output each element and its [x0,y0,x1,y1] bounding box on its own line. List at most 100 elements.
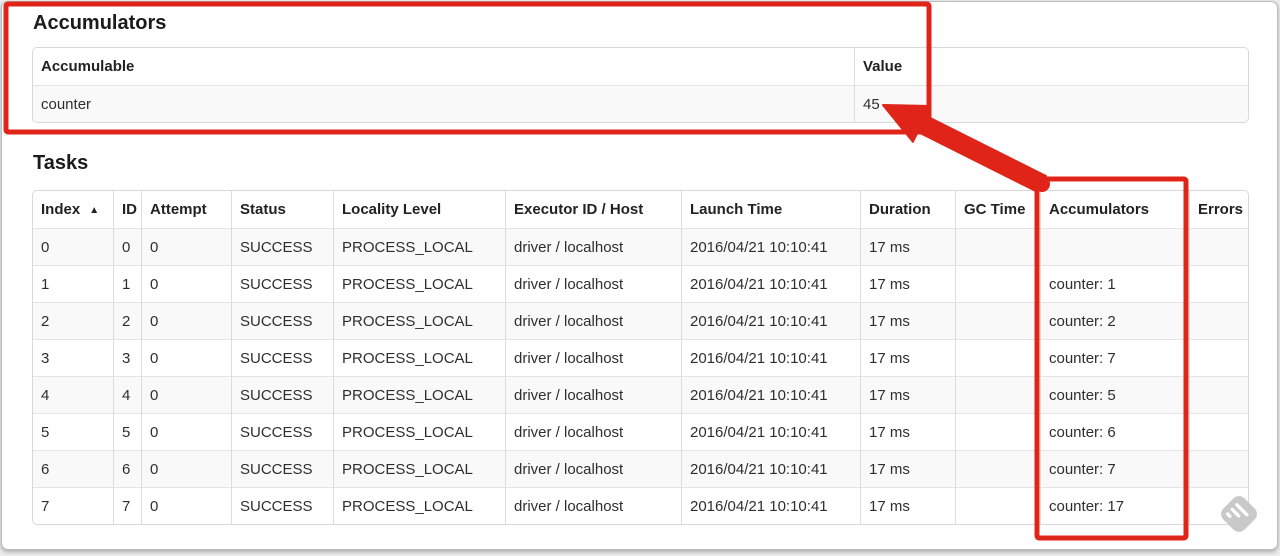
cell-status: SUCCESS [231,413,333,450]
cell-index: 5 [33,413,113,450]
cell-launch-time: 2016/04/21 10:10:41 [681,487,860,524]
column-header-launch-time[interactable]: Launch Time [681,191,860,228]
column-header-gc-time[interactable]: GC Time [955,191,1040,228]
accumulators-table: Accumulable Value counter 45 [32,47,1249,123]
accumulators-table-body: counter 45 [33,85,1248,122]
cell-locality-level: PROCESS_LOCAL [333,228,505,265]
cell-duration: 17 ms [860,265,955,302]
column-header-value: Value [854,48,1248,85]
cell-attempt: 0 [141,339,231,376]
cell-executor-id-host: driver / localhost [505,450,681,487]
accumulators-header-row: Accumulable Value [33,48,1248,85]
cell-launch-time: 2016/04/21 10:10:41 [681,228,860,265]
cell-gc-time [955,450,1040,487]
cell-status: SUCCESS [231,487,333,524]
cell-locality-level: PROCESS_LOCAL [333,339,505,376]
cell-attempt: 0 [141,413,231,450]
watermark-icon [1221,496,1257,532]
cell-launch-time: 2016/04/21 10:10:41 [681,265,860,302]
column-header-label: Locality Level [342,201,442,218]
cell-launch-time: 2016/04/21 10:10:41 [681,413,860,450]
cell-errors [1189,265,1248,302]
cell-id: 0 [113,228,141,265]
cell-launch-time: 2016/04/21 10:10:41 [681,450,860,487]
cell-accumulators: counter: 5 [1040,376,1189,413]
cell-gc-time [955,376,1040,413]
cell-duration: 17 ms [860,376,955,413]
cell-id: 1 [113,265,141,302]
accumulators-section-title: Accumulators [33,12,167,34]
column-header-id[interactable]: ID [113,191,141,228]
table-row: 4 4 0 SUCCESS PROCESS_LOCAL driver / localhos… [33,376,1248,413]
column-header-attempt[interactable]: Attempt [141,191,231,228]
cell-attempt: 0 [141,228,231,265]
cell-duration: 17 ms [860,487,955,524]
cell-value: 45 [854,85,1248,122]
column-header-label: ID [122,201,137,218]
cell-gc-time [955,339,1040,376]
cell-accumulators: counter: 1 [1040,265,1189,302]
cell-accumulators [1040,228,1189,265]
cell-status: SUCCESS [231,450,333,487]
cell-gc-time [955,302,1040,339]
column-header-index[interactable]: Index ▲ [33,191,113,228]
cell-gc-time [955,487,1040,524]
cell-locality-level: PROCESS_LOCAL [333,487,505,524]
cell-executor-id-host: driver / localhost [505,302,681,339]
cell-errors [1189,302,1248,339]
cell-attempt: 0 [141,487,231,524]
cell-launch-time: 2016/04/21 10:10:41 [681,376,860,413]
cell-id: 3 [113,339,141,376]
cell-id: 4 [113,376,141,413]
column-header-label: Duration [869,201,931,218]
cell-duration: 17 ms [860,450,955,487]
column-header-status[interactable]: Status [231,191,333,228]
cell-locality-level: PROCESS_LOCAL [333,450,505,487]
cell-attempt: 0 [141,265,231,302]
cell-gc-time [955,265,1040,302]
column-header-executor-id-host[interactable]: Executor ID / Host [505,191,681,228]
table-row: 7 7 0 SUCCESS PROCESS_LOCAL driver / localhos… [33,487,1248,524]
cell-executor-id-host: driver / localhost [505,228,681,265]
cell-id: 2 [113,302,141,339]
column-header-locality-level[interactable]: Locality Level [333,191,505,228]
table-row: 0 0 0 SUCCESS PROCESS_LOCAL driver / localhos… [33,228,1248,265]
tasks-table-body: 0 0 0 SUCCESS PROCESS_LOCAL driver / localhos… [33,228,1248,524]
table-row: 6 6 0 SUCCESS PROCESS_LOCAL driver / localhos… [33,450,1248,487]
cell-index: 2 [33,302,113,339]
cell-status: SUCCESS [231,265,333,302]
cell-duration: 17 ms [860,413,955,450]
column-header-accumulable: Accumulable [33,48,854,85]
cell-duration: 17 ms [860,228,955,265]
cell-attempt: 0 [141,376,231,413]
cell-locality-level: PROCESS_LOCAL [333,302,505,339]
column-header-errors[interactable]: Errors [1189,191,1248,228]
tasks-section-title: Tasks [33,152,89,174]
tasks-header-row: Index ▲ ID Attempt Status Locality Level Execu… [33,191,1248,228]
cell-executor-id-host: driver / localhost [505,339,681,376]
column-header-label: Accumulable [41,58,135,75]
sort-ascending-icon: ▲ [89,205,100,216]
column-header-label: Index [41,201,81,218]
cell-status: SUCCESS [231,302,333,339]
table-row: 1 1 0 SUCCESS PROCESS_LOCAL driver / localhos… [33,265,1248,302]
cell-executor-id-host: driver / localhost [505,413,681,450]
cell-duration: 17 ms [860,302,955,339]
cell-status: SUCCESS [231,339,333,376]
cell-id: 5 [113,413,141,450]
cell-errors [1189,376,1248,413]
column-header-label: Launch Time [690,201,783,218]
column-header-duration[interactable]: Duration [860,191,955,228]
cell-status: SUCCESS [231,376,333,413]
cell-errors [1189,339,1248,376]
cell-gc-time [955,413,1040,450]
cell-accumulators: counter: 6 [1040,413,1189,450]
cell-index: 7 [33,487,113,524]
cell-executor-id-host: driver / localhost [505,376,681,413]
column-header-accumulators[interactable]: Accumulators [1040,191,1189,228]
cell-index: 1 [33,265,113,302]
column-header-label: Executor ID / Host [514,201,644,218]
cell-errors [1189,450,1248,487]
cell-launch-time: 2016/04/21 10:10:41 [681,339,860,376]
column-header-label: Status [240,201,286,218]
